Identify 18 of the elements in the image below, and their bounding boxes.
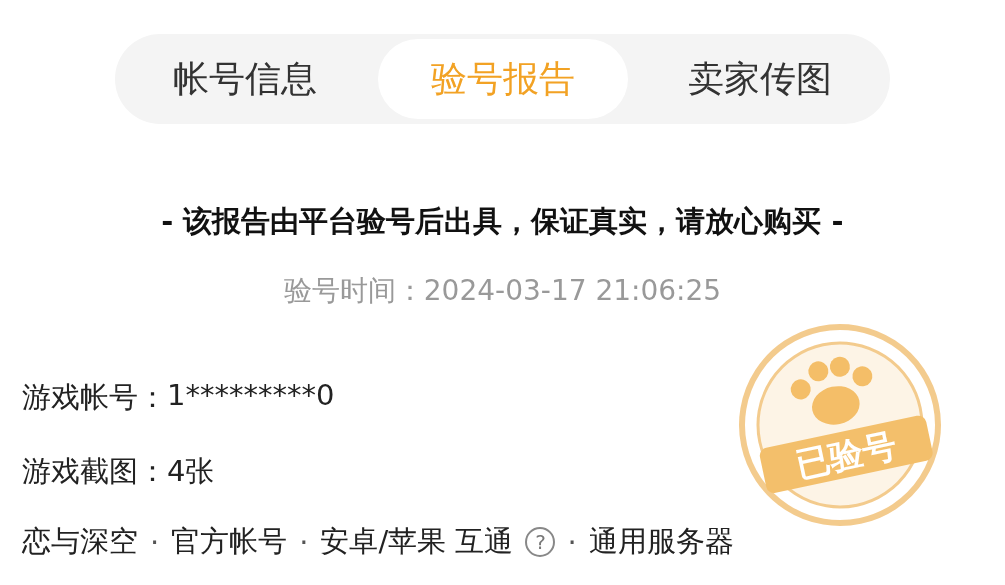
time-value: 2024-03-17 21:06:25 [423, 274, 722, 307]
help-icon[interactable]: ? [525, 527, 556, 557]
field-value: 1*********0 [167, 378, 335, 414]
notice-text: - 该报告由平台验号后出具，保证真实，请放心购买 - [160, 203, 845, 240]
tag-text: 安卓/苹果 互通 [320, 523, 514, 560]
separator: · [299, 525, 309, 559]
separator: · [567, 525, 577, 559]
tab[interactable]: 帐号信息 [120, 39, 370, 119]
field-label: 游戏帐号： [22, 379, 167, 416]
time-label: 验号时间： [283, 274, 424, 307]
tag-text: 官方帐号 [171, 523, 288, 560]
field-label: 游戏截图： [22, 453, 167, 490]
verified-stamp: 已验号 [739, 324, 941, 526]
tab[interactable]: 卖家传图 [635, 39, 885, 119]
tag-text: 通用服务器 [588, 523, 734, 560]
separator: · [150, 525, 160, 559]
tag-text: 恋与深空 [22, 523, 138, 560]
field-value: 4张 [167, 453, 215, 490]
